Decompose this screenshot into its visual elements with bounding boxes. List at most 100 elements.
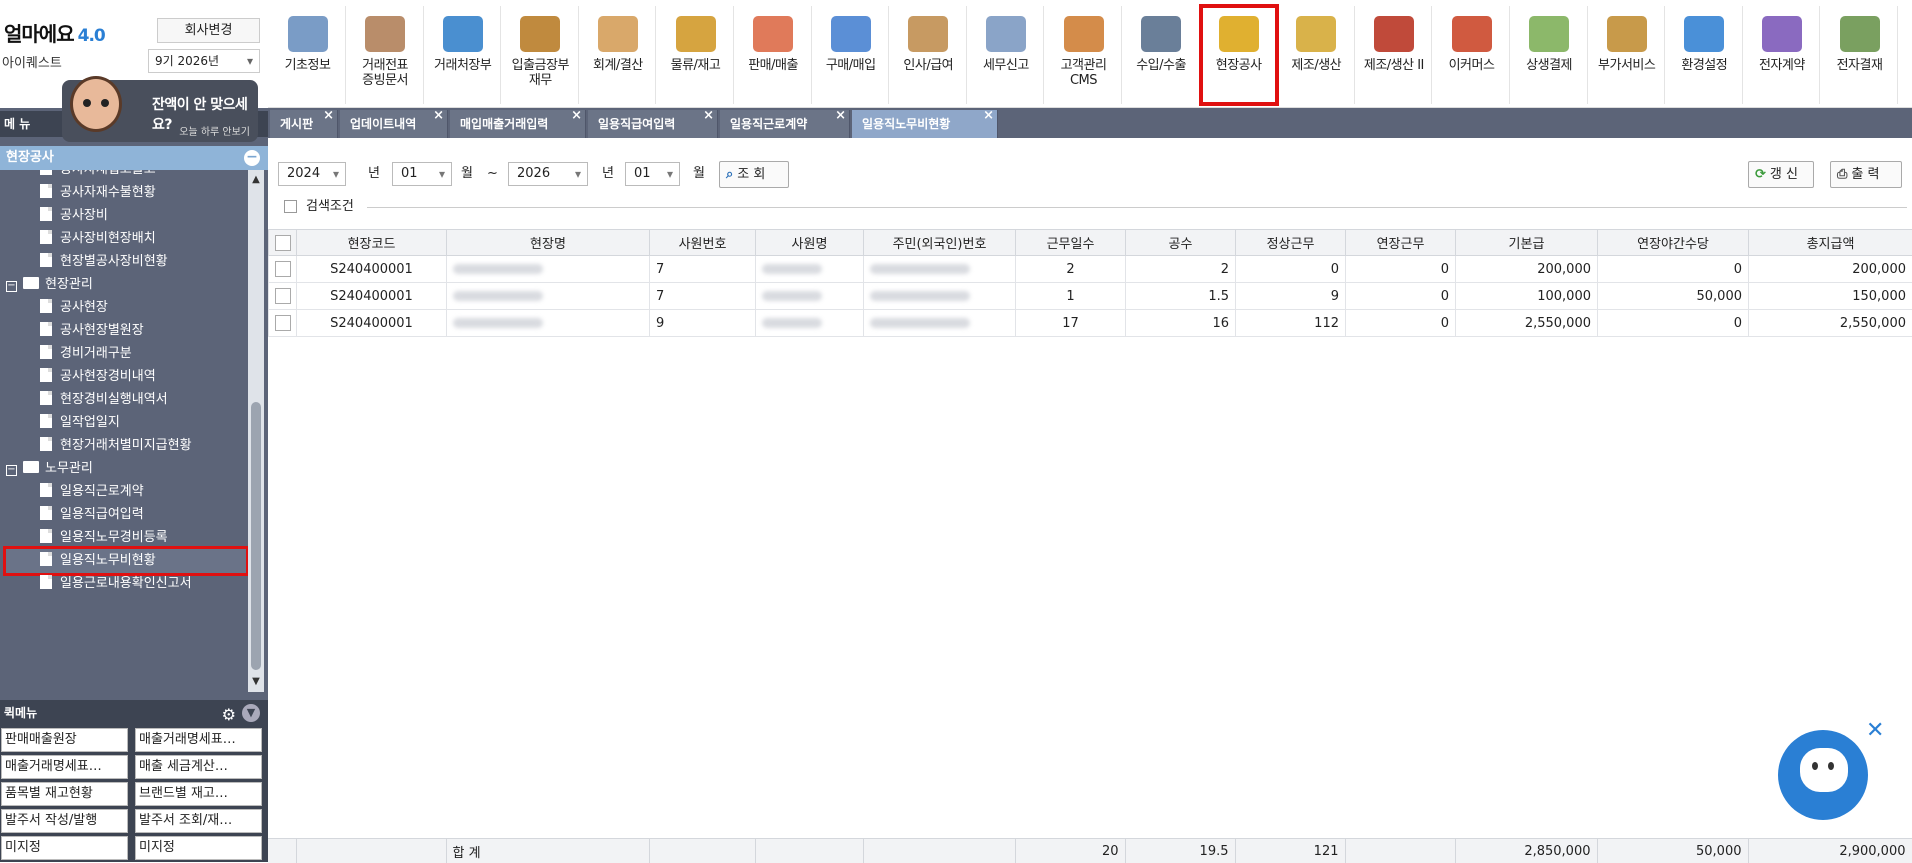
column-header[interactable]: 사원명 <box>756 230 864 256</box>
table-cell[interactable] <box>447 283 650 310</box>
quick-menu-item[interactable]: 미지정 <box>1 836 128 860</box>
column-header[interactable]: 공수 <box>1126 230 1236 256</box>
top-menu-1[interactable]: 거래전표 증빙문서 <box>348 6 424 104</box>
column-header[interactable]: 현장명 <box>447 230 650 256</box>
table-cell[interactable]: S240400001 <box>297 283 447 310</box>
column-header[interactable]: 총지급액 <box>1749 230 1912 256</box>
tree-item[interactable]: 현장별공사장비현황 <box>40 250 168 274</box>
collapse-toggle-icon[interactable]: − <box>6 465 17 476</box>
tree-item[interactable]: 공사자재수불현황 <box>40 181 156 205</box>
tree-item[interactable]: −노무관리 <box>6 457 93 481</box>
table-cell[interactable]: 200,000 <box>1749 256 1912 283</box>
chevron-down-icon[interactable]: ▼ <box>242 704 260 722</box>
year-from-select[interactable]: 2024 <box>278 162 346 186</box>
scroll-down-icon[interactable]: ▼ <box>248 674 264 690</box>
top-menu-17[interactable]: 부가서비스 <box>1589 6 1665 104</box>
close-tab-icon[interactable]: × <box>983 102 994 130</box>
table-cell[interactable] <box>447 256 650 283</box>
search-conditions[interactable]: 검색조건 <box>272 197 1912 217</box>
top-menu-18[interactable]: 환경설정 <box>1667 6 1743 104</box>
tree-item[interactable]: 일용직노무비현황 <box>6 549 246 573</box>
row-checkbox-cell[interactable] <box>269 283 297 310</box>
table-cell[interactable]: 2 <box>1126 256 1236 283</box>
close-tab-icon[interactable]: × <box>323 102 334 130</box>
table-cell[interactable]: 7 <box>650 283 756 310</box>
table-row[interactable]: S24040000172200200,0000200,000 <box>269 256 1912 283</box>
tree-item[interactable]: 일용직노무경비등록 <box>40 526 168 550</box>
column-header[interactable]: 사원번호 <box>650 230 756 256</box>
scroll-thumb[interactable] <box>251 402 261 670</box>
top-menu-4[interactable]: 회계/결산 <box>580 6 656 104</box>
tree-item[interactable]: 공사현장경비내역 <box>40 365 156 389</box>
table-cell[interactable]: 0 <box>1598 310 1749 337</box>
table-cell[interactable] <box>756 310 864 337</box>
tree-item[interactable]: 현장경비실행내역서 <box>40 388 168 412</box>
tree-item[interactable]: 일용직급여입력 <box>40 503 144 527</box>
table-cell[interactable]: S240400001 <box>297 256 447 283</box>
print-button[interactable]: ⎙출 력 <box>1830 161 1902 188</box>
column-header[interactable]: 기본급 <box>1456 230 1598 256</box>
quick-menu-item[interactable]: 매출거래명세표… <box>135 728 262 752</box>
conditions-checkbox[interactable] <box>284 200 297 213</box>
quick-menu-item[interactable]: 발주서 작성/발행 <box>1 809 128 833</box>
month-to-select[interactable]: 01 <box>625 162 680 186</box>
table-cell[interactable] <box>756 256 864 283</box>
table-cell[interactable]: 9 <box>1236 283 1346 310</box>
table-row[interactable]: S240400001711.590100,00050,000150,000 <box>269 283 1912 310</box>
table-cell[interactable]: 200,000 <box>1456 256 1598 283</box>
top-menu-7[interactable]: 구매/매입 <box>813 6 889 104</box>
top-menu-5[interactable]: 물류/재고 <box>658 6 734 104</box>
top-menu-12[interactable]: 현장공사 <box>1201 6 1277 104</box>
column-header[interactable]: 정상근무 <box>1236 230 1346 256</box>
top-menu-10[interactable]: 고객관리 CMS <box>1046 6 1122 104</box>
table-cell[interactable]: 0 <box>1346 256 1456 283</box>
tab-5[interactable]: 일용직노무비현황× <box>852 110 998 138</box>
table-cell[interactable]: 16 <box>1126 310 1236 337</box>
column-header[interactable]: 근무일수 <box>1016 230 1126 256</box>
table-row[interactable]: S2404000019171611202,550,00002,550,000 <box>269 310 1912 337</box>
table-cell[interactable]: 1.5 <box>1126 283 1236 310</box>
table-cell[interactable] <box>864 256 1016 283</box>
table-cell[interactable]: 150,000 <box>1749 283 1912 310</box>
column-header[interactable]: 주민(외국인)번호 <box>864 230 1016 256</box>
tree-item[interactable]: 공사장비 <box>40 204 108 228</box>
top-menu-13[interactable]: 제조/생산 <box>1279 6 1355 104</box>
section-header[interactable]: 현장공사 − <box>0 146 268 170</box>
top-menu-14[interactable]: 제조/생산 II <box>1356 6 1432 104</box>
table-cell[interactable]: 2,550,000 <box>1456 310 1598 337</box>
top-menu-3[interactable]: 입출금장부 재무 <box>503 6 579 104</box>
tree-item[interactable]: 공사현장별원장 <box>40 319 144 343</box>
table-cell[interactable]: 2 <box>1016 256 1126 283</box>
chatbot-button[interactable] <box>1778 730 1868 820</box>
column-header[interactable]: 현장코드 <box>297 230 447 256</box>
tab-1[interactable]: 업데이트내역× <box>340 110 448 138</box>
table-cell[interactable]: 0 <box>1346 310 1456 337</box>
gear-icon[interactable]: ⚙ <box>222 702 236 728</box>
tree-scrollbar[interactable]: ▲ ▼ <box>248 170 264 692</box>
change-company-button[interactable]: 회사변경 <box>157 18 260 43</box>
select-all-checkbox[interactable] <box>275 235 291 251</box>
column-header[interactable]: 연장근무 <box>1346 230 1456 256</box>
promo-hide-link[interactable]: 오늘 하루 안보기 <box>179 123 250 138</box>
collapse-icon[interactable]: − <box>244 150 260 166</box>
refresh-button[interactable]: ⟳갱 신 <box>1748 161 1814 188</box>
table-cell[interactable]: 0 <box>1236 256 1346 283</box>
row-checkbox[interactable] <box>275 288 291 304</box>
top-menu-20[interactable]: 전자결재 <box>1822 6 1898 104</box>
term-select[interactable]: 9기 2026년 <box>148 49 260 73</box>
top-menu-0[interactable]: 기초정보 <box>270 6 346 104</box>
tree-item[interactable]: 공사현장 <box>40 296 108 320</box>
close-icon[interactable]: ✕ <box>1866 720 1884 742</box>
top-menu-19[interactable]: 전자계약 <box>1744 6 1820 104</box>
tree-item[interactable]: 일용근로내용확인신고서 <box>40 572 192 596</box>
close-tab-icon[interactable]: × <box>835 102 846 130</box>
quick-menu-item[interactable]: 발주서 조회/재… <box>135 809 262 833</box>
promo-banner[interactable]: 잔액이 안 맞으세요? 오늘 하루 안보기 <box>62 80 258 142</box>
table-cell[interactable]: 112 <box>1236 310 1346 337</box>
tab-0[interactable]: 게시판× <box>270 110 338 138</box>
row-checkbox-cell[interactable] <box>269 310 297 337</box>
table-cell[interactable] <box>864 310 1016 337</box>
table-cell[interactable]: 17 <box>1016 310 1126 337</box>
top-menu-11[interactable]: 수입/수출 <box>1124 6 1200 104</box>
close-tab-icon[interactable]: × <box>703 102 714 130</box>
